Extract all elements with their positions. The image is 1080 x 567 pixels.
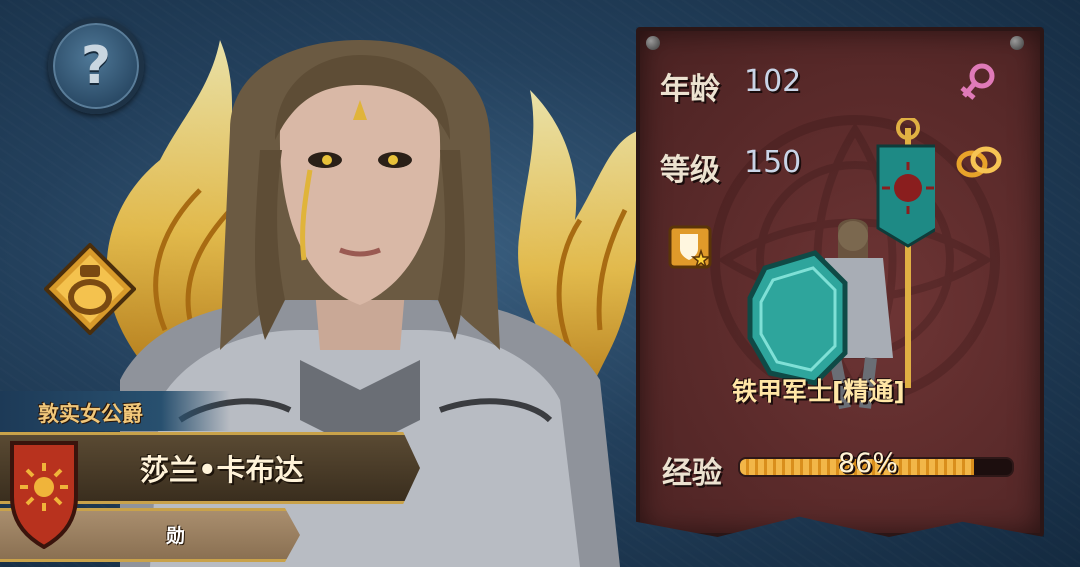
exp-percent: 86%	[838, 448, 899, 479]
character-sub-label: 勋	[166, 525, 186, 547]
age-label: 年龄	[660, 72, 720, 107]
shield-star-badge-icon[interactable]	[668, 225, 712, 269]
unit-name: 铁甲军士[精通]	[732, 377, 905, 406]
female-symbol-icon	[960, 63, 995, 100]
exp-label: 经验	[662, 456, 722, 491]
character-name: 莎兰•卡布达	[140, 453, 304, 487]
rivet	[1010, 36, 1024, 50]
age-value: 102	[744, 64, 802, 99]
character-title: 敦实女公爵	[38, 402, 143, 426]
sun-crest-icon	[10, 441, 78, 549]
rivet	[646, 36, 660, 50]
level-label: 等级	[660, 153, 720, 188]
wedding-rings-icon[interactable]	[954, 142, 1004, 182]
